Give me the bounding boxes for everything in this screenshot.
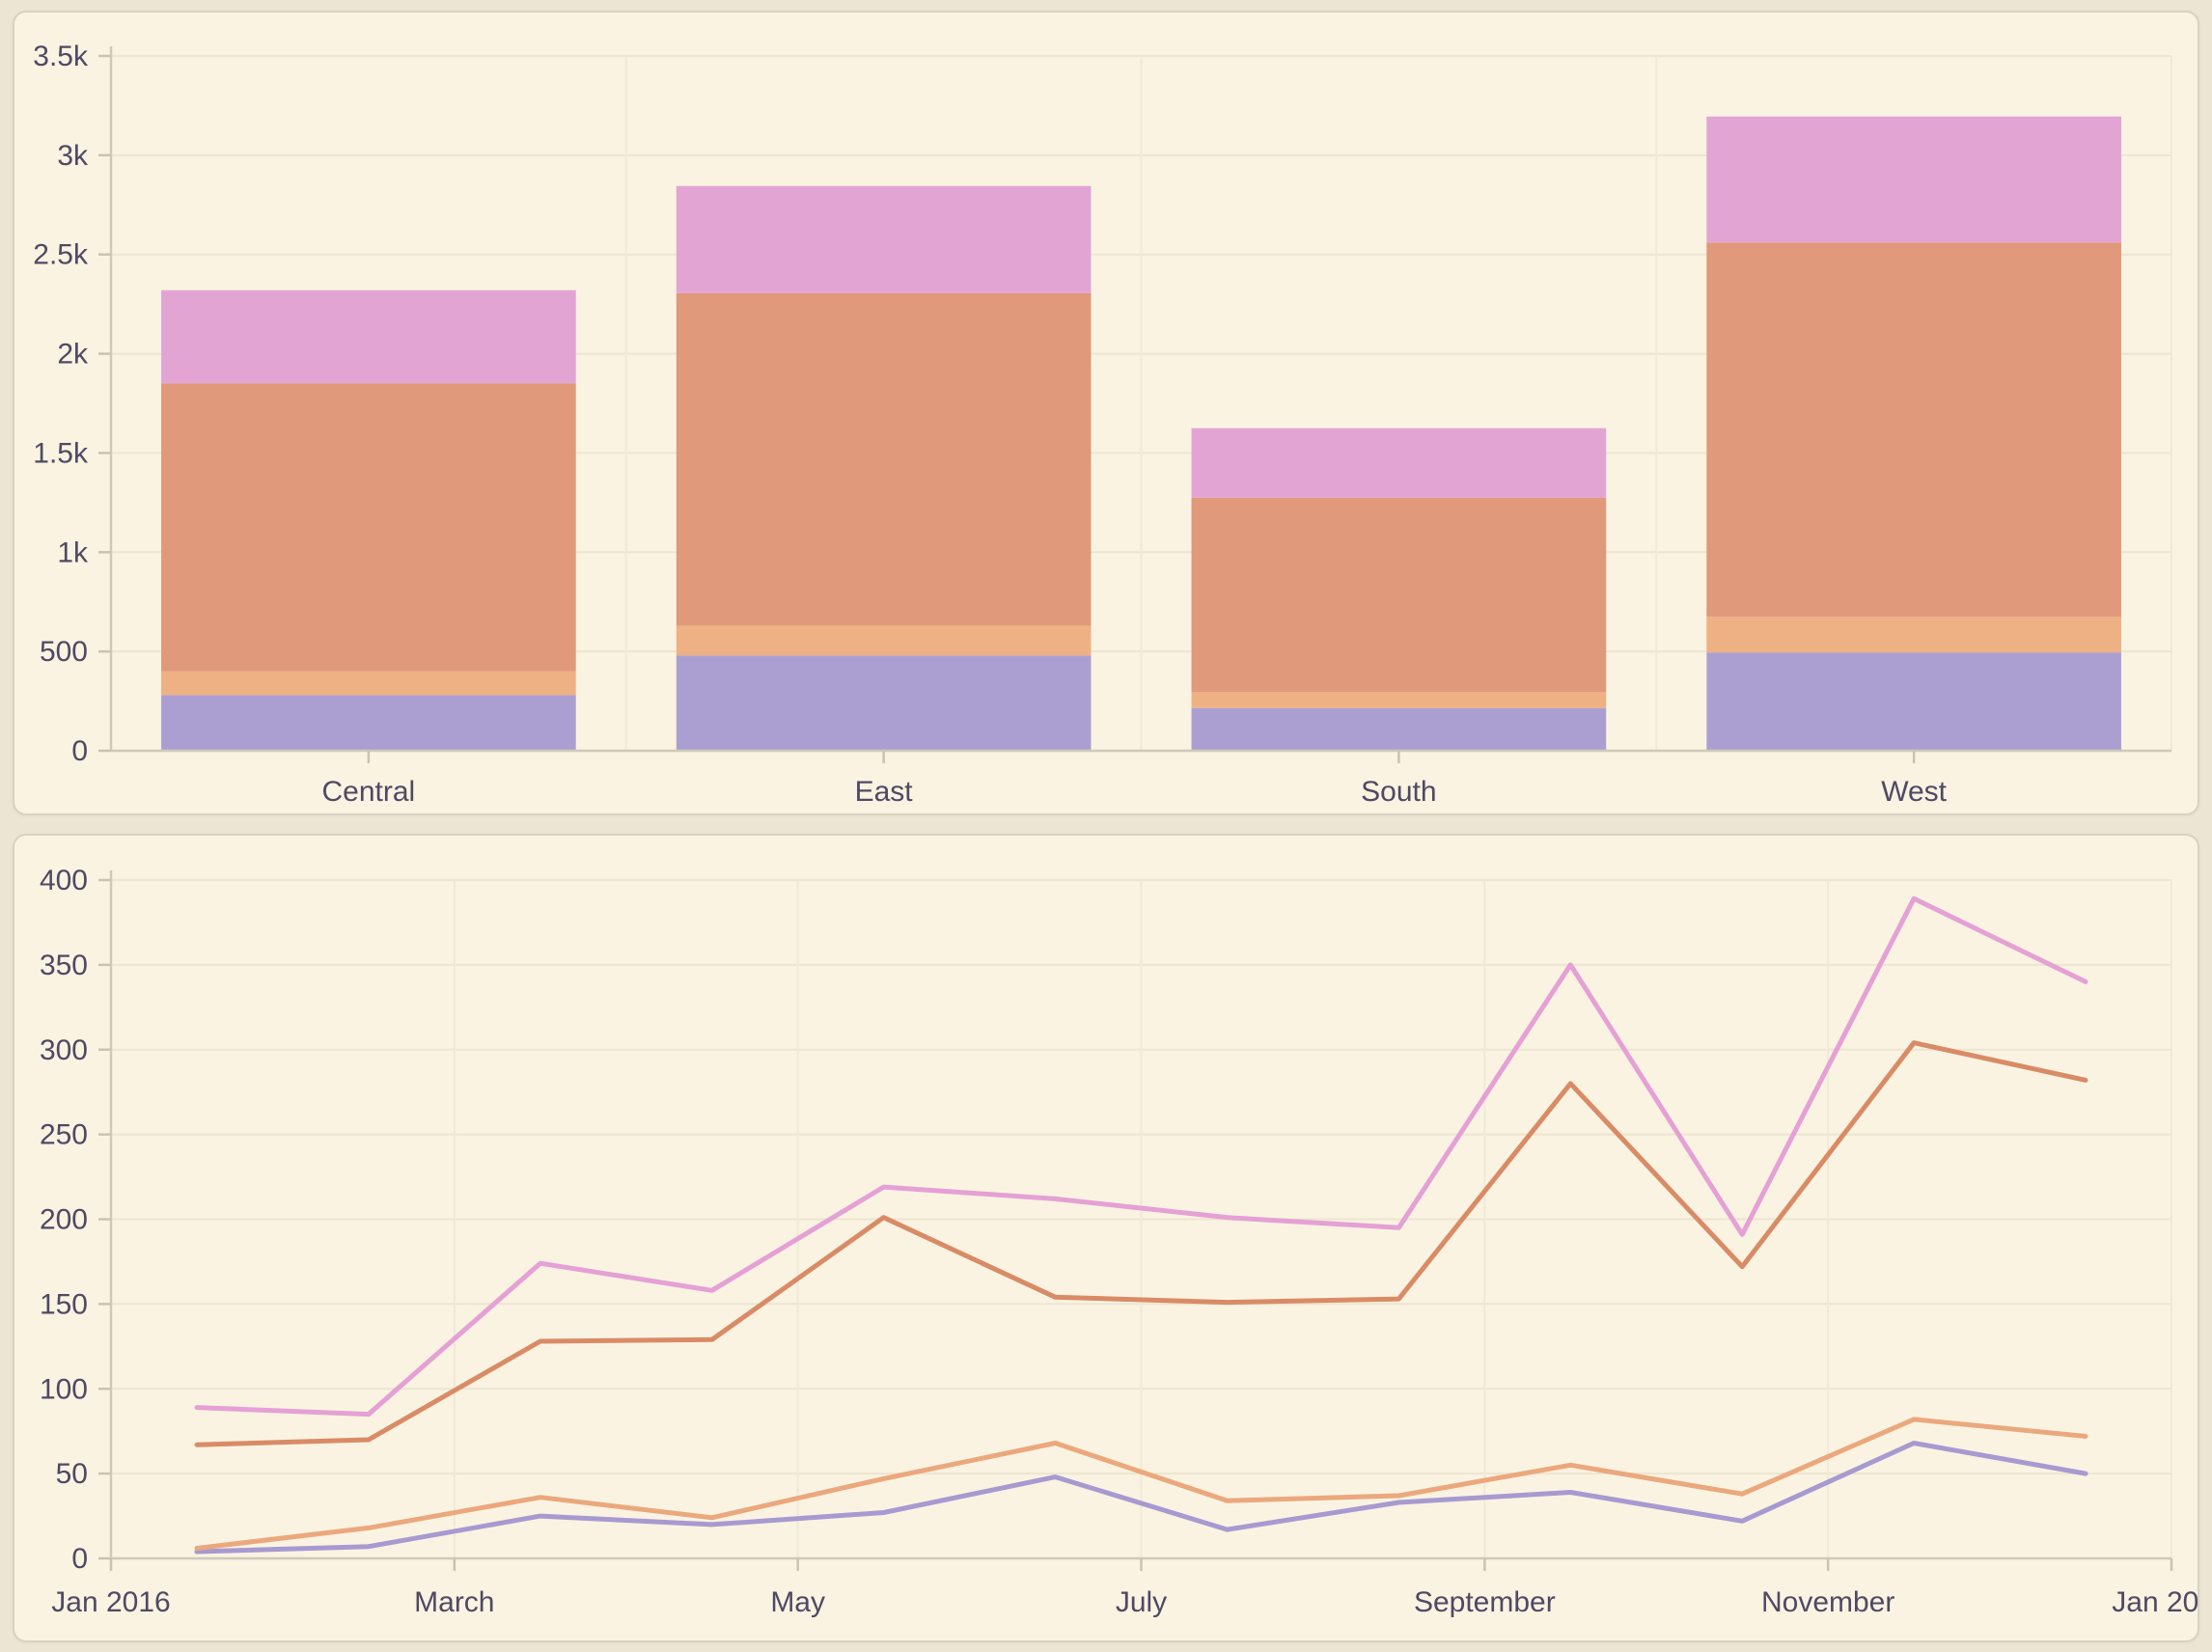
bar-chart-y-tick-label: 3k <box>57 140 89 172</box>
line-chart-y-tick-label: 350 <box>40 950 88 981</box>
bar-chart-category-label: Central <box>322 776 416 808</box>
bar-segment-purple-series[interactable] <box>1192 708 1607 751</box>
bar-segment-light-orange-series[interactable] <box>161 672 576 696</box>
bar-segment-light-orange-series[interactable] <box>1706 617 2121 652</box>
line-chart-y-tick-label: 250 <box>40 1119 88 1151</box>
bar-chart-y-tick-label: 0 <box>71 735 88 767</box>
line-chart[interactable]: 0 50 100 150 200 250 300 350 400 Jan 2016 March May… <box>14 836 2198 1640</box>
line-chart-y-tick-label: 200 <box>40 1204 88 1236</box>
line-chart-y-tick-label: 50 <box>56 1458 88 1490</box>
stacked-bar-chart[interactable]: 0 500 1k 1.5k 2k 2.5k 3k 3.5k Central East South We… <box>14 13 2198 813</box>
bar-segment-purple-series[interactable] <box>1706 652 2121 751</box>
bar-segment-purple-series[interactable] <box>161 695 576 751</box>
bar-chart-category-label: East <box>855 776 914 808</box>
line-chart-y-tick-label: 300 <box>40 1034 88 1066</box>
bar-chart-y-tick-label: 3.5k <box>33 41 89 72</box>
line-chart-x-tick-label: July <box>1116 1586 1167 1618</box>
bar-chart-y-tick-label: 1k <box>57 537 89 568</box>
bar-segment-orange-series[interactable] <box>677 293 1092 626</box>
line-chart-x-tick-label: Jan 2017 <box>2112 1586 2198 1618</box>
stacked-bar-chart-panel: 0 500 1k 1.5k 2k 2.5k 3k 3.5k Central East South We… <box>13 11 2199 815</box>
line-chart-panel: 0 50 100 150 200 250 300 350 400 Jan 2016 March May… <box>13 834 2199 1642</box>
bar-chart-y-tick-label: 2.5k <box>33 239 89 271</box>
bar-segment-light-orange-series[interactable] <box>677 625 1092 655</box>
line-chart-x-tick-label: Jan 2016 <box>51 1586 170 1618</box>
bar-chart-y-tick-label: 2k <box>57 339 89 371</box>
line-chart-x-tick-label: March <box>414 1586 494 1618</box>
line-chart-y-tick-label: 150 <box>40 1288 88 1320</box>
bar-segment-pink-series[interactable] <box>1706 117 2121 243</box>
bar-chart-y-tick-label: 1.5k <box>33 437 89 469</box>
bar-segment-pink-series[interactable] <box>161 290 576 384</box>
bar-chart-y-tick-label: 500 <box>40 636 88 668</box>
bar-segment-purple-series[interactable] <box>677 655 1092 751</box>
bar-segment-orange-series[interactable] <box>1706 242 2121 617</box>
bar-segment-orange-series[interactable] <box>1192 498 1607 693</box>
line-chart-y-tick-label: 100 <box>40 1373 88 1405</box>
line-chart-x-tick-label: May <box>770 1586 825 1618</box>
bar-segment-pink-series[interactable] <box>1192 428 1607 498</box>
line-chart-x-tick-label: November <box>1761 1586 1894 1618</box>
line-chart-x-tick-label: September <box>1414 1586 1556 1618</box>
line-chart-y-tick-label: 400 <box>40 865 88 896</box>
bar-chart-category-label: South <box>1361 776 1436 808</box>
bar-segment-orange-series[interactable] <box>161 383 576 671</box>
bar-segment-pink-series[interactable] <box>677 186 1092 293</box>
bar-segment-light-orange-series[interactable] <box>1192 692 1607 707</box>
line-chart-y-tick-label: 0 <box>71 1543 88 1575</box>
bar-chart-category-label: West <box>1881 776 1947 808</box>
